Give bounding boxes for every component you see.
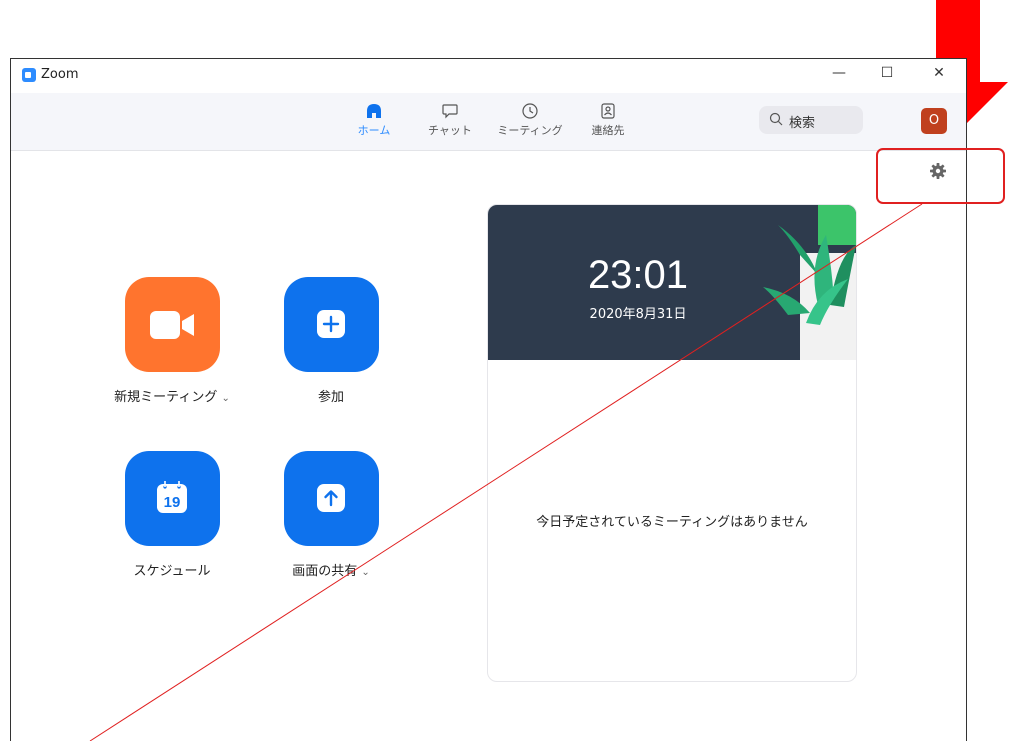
current-time: 23:01 — [587, 253, 689, 297]
share-screen-button[interactable] — [283, 451, 379, 546]
share-screen-icon — [316, 484, 345, 512]
tab-contacts-label: 連絡先 — [591, 124, 625, 137]
video-camera-icon — [149, 311, 194, 339]
chevron-down-icon[interactable]: ⌄ — [221, 393, 229, 404]
title-bar: Zoom — ☐ ✕ — [11, 59, 966, 93]
tab-contacts[interactable]: 連絡先 — [573, 102, 643, 138]
schedule-label: スケジュール — [133, 564, 211, 579]
annotation-highlight-box — [876, 148, 1005, 204]
card-hero: 23:01 2020年8月31日 — [488, 205, 856, 360]
empty-meetings-message: 今日予定されているミーティングはありません — [536, 515, 808, 530]
search-placeholder: 検索 — [789, 116, 816, 131]
tab-chat[interactable]: チャット — [415, 102, 485, 138]
join-action[interactable]: 参加 — [256, 277, 406, 405]
schedule-button[interactable]: 19 — [124, 451, 220, 546]
schedule-action[interactable]: 19 スケジュール — [97, 451, 247, 579]
tab-meetings-label: ミーティング — [497, 124, 563, 137]
search-input[interactable]: 検索 — [759, 106, 863, 134]
window-title: Zoom — [41, 67, 79, 82]
share-screen-action[interactable]: 画面の共有 ⌄ — [256, 451, 406, 579]
tab-home[interactable]: ホーム — [339, 102, 409, 138]
search-icon — [769, 112, 783, 126]
avatar[interactable]: O — [921, 108, 947, 134]
share-screen-label: 画面の共有 — [292, 564, 358, 579]
join-label: 参加 — [317, 390, 344, 405]
top-nav: ホーム チャット ミーティング 連絡先 検索 O — [11, 93, 966, 151]
home-icon — [367, 104, 381, 118]
minimize-button[interactable]: — — [829, 65, 849, 81]
zoom-logo-icon — [22, 68, 36, 82]
join-button[interactable] — [283, 277, 379, 372]
chat-icon — [442, 104, 458, 119]
new-meeting-action[interactable]: 新規ミーティング ⌄ — [97, 277, 247, 405]
maximize-button[interactable]: ☐ — [877, 65, 897, 81]
calendar-day: 19 — [163, 494, 180, 511]
tab-home-label: ホーム — [357, 124, 391, 137]
current-date: 2020年8月31日 — [589, 307, 687, 322]
close-button[interactable]: ✕ — [929, 65, 949, 81]
plus-icon — [316, 310, 345, 338]
upcoming-meetings-card: 23:01 2020年8月31日 今日予定されているミーティングはありません — [487, 204, 857, 682]
chevron-down-icon[interactable]: ⌄ — [361, 567, 369, 578]
clock-icon — [522, 103, 538, 119]
calendar-icon: 19 — [156, 481, 187, 513]
tab-chat-label: チャット — [428, 124, 472, 137]
tab-meetings[interactable]: ミーティング — [495, 102, 565, 138]
contacts-icon — [601, 103, 615, 119]
new-meeting-label: 新規ミーティング — [114, 390, 218, 405]
new-meeting-button[interactable] — [124, 277, 220, 372]
